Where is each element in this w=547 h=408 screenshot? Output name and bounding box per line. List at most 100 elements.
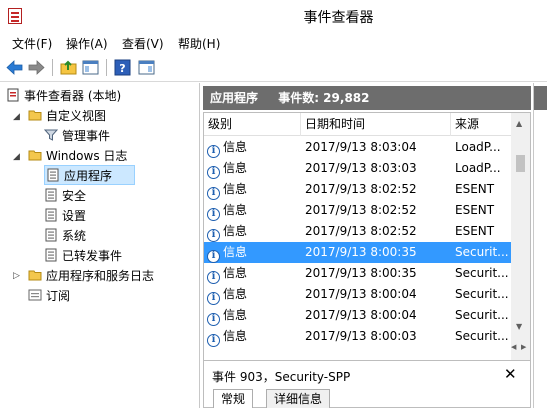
log-name: 应用程序 xyxy=(210,91,259,105)
menu-file[interactable]: 文件(F) xyxy=(12,35,52,52)
forward-arrow-icon[interactable] xyxy=(27,58,46,77)
event-datetime-cell: 2017/9/13 8:00:04 xyxy=(305,308,417,322)
event-datetime-cell: 2017/9/13 8:00:35 xyxy=(305,266,417,280)
column-header-source[interactable]: 来源 xyxy=(451,113,511,136)
event-level-text: 信息 xyxy=(223,140,248,154)
expander-windows-logs[interactable]: ◢ xyxy=(13,152,20,162)
event-detail-panel: 事件 903，Security-SPP ✕ 常规 详细信息 xyxy=(203,360,531,408)
event-row[interactable]: i 信息 2017/9/13 8:00:03 Securit... xyxy=(204,326,511,347)
event-source-cell: Securit... xyxy=(455,245,509,259)
tree-item-subscriptions[interactable]: 订阅 xyxy=(28,286,70,306)
filter-icon xyxy=(43,128,59,142)
log-icon xyxy=(44,248,58,262)
center-pane: 应用程序 事件数: 29,882 级别 日期和时间 来源 i 信息 2017/9/1… xyxy=(203,83,531,408)
tree-item-forwarded-events[interactable]: 已转发事件 xyxy=(44,246,122,266)
event-row[interactable]: i 信息 2017/9/13 8:00:35 Securit... xyxy=(204,242,511,263)
event-level-cell: i 信息 xyxy=(207,284,301,305)
log-icon xyxy=(46,168,60,182)
info-icon: i xyxy=(207,271,220,284)
up-folder-icon[interactable] xyxy=(59,58,78,77)
show-hide-tree-icon[interactable] xyxy=(81,58,100,77)
tree-item-system[interactable]: 系统 xyxy=(44,226,86,246)
window-title: 事件查看器 xyxy=(303,10,374,26)
expander-custom-views[interactable]: ◢ xyxy=(13,112,20,122)
menu-view[interactable]: 查看(V) xyxy=(122,35,164,52)
tree-item-setup[interactable]: 设置 xyxy=(44,206,86,226)
scroll-up-arrow-icon[interactable]: ▲ xyxy=(516,119,522,128)
event-row[interactable]: i 信息 2017/9/13 8:00:04 Securit... xyxy=(204,284,511,305)
tab-details[interactable]: 详细信息 xyxy=(266,389,331,408)
scroll-left-arrow-icon[interactable]: ◀ xyxy=(511,343,516,351)
tree-item-label: 自定义视图 xyxy=(46,109,107,123)
event-level-text: 信息 xyxy=(223,203,248,217)
info-icon: i xyxy=(207,313,220,326)
subscription-icon xyxy=(28,288,42,302)
event-level-text: 信息 xyxy=(223,329,248,343)
event-level-text: 信息 xyxy=(223,266,248,280)
svg-text:?: ? xyxy=(119,62,125,75)
close-icon[interactable]: ✕ xyxy=(504,365,517,383)
expander-applications-and-services-logs[interactable]: ▷ xyxy=(13,271,20,281)
tree-item-custom-views[interactable]: 自定义视图 xyxy=(28,106,106,126)
tree-item-application[interactable]: 应用程序 xyxy=(44,165,135,185)
event-level-cell: i 信息 xyxy=(207,158,301,179)
tree-item-event-viewer-local[interactable]: 事件查看器 (本地) xyxy=(6,86,121,106)
tree-item-windows-logs[interactable]: Windows 日志 xyxy=(28,146,127,166)
tree-item-applications-and-services-logs[interactable]: 应用程序和服务日志 xyxy=(28,266,154,286)
show-hide-action-pane-icon[interactable] xyxy=(137,58,156,77)
column-header-date-time[interactable]: 日期和时间 xyxy=(301,113,451,136)
event-source-cell: LoadP... xyxy=(455,140,501,154)
event-datetime-cell: 2017/9/13 8:02:52 xyxy=(305,224,417,238)
event-row[interactable]: i 信息 2017/9/13 8:02:52 ESENT xyxy=(204,221,511,242)
event-level-cell: i 信息 xyxy=(207,242,301,263)
tree-item-label: 应用程序 xyxy=(64,169,113,183)
column-header-level[interactable]: 级别 xyxy=(204,113,301,136)
tree-item-label: Windows 日志 xyxy=(46,149,128,163)
event-row[interactable]: i 信息 2017/9/13 8:02:52 ESENT xyxy=(204,200,511,221)
help-icon[interactable]: ? xyxy=(113,58,132,77)
event-level-text: 信息 xyxy=(223,308,248,322)
scroll-down-arrow-icon[interactable]: ▼ xyxy=(516,322,522,331)
event-row[interactable]: i 信息 2017/9/13 8:00:04 Securit... xyxy=(204,305,511,326)
event-source-cell: ESENT xyxy=(455,182,495,196)
folder-icon xyxy=(28,268,42,282)
event-datetime-cell: 2017/9/13 8:02:52 xyxy=(305,182,417,196)
event-row[interactable]: i 信息 2017/9/13 8:03:04 LoadP... xyxy=(204,137,511,158)
log-icon xyxy=(44,208,58,222)
event-row[interactable]: i 信息 2017/9/13 8:00:35 Securit... xyxy=(204,263,511,284)
scroll-thumb[interactable] xyxy=(516,155,525,172)
back-arrow-icon[interactable] xyxy=(5,58,24,77)
toolbar: ? xyxy=(0,53,547,82)
event-datetime-cell: 2017/9/13 8:03:04 xyxy=(305,140,417,154)
menu-action[interactable]: 操作(A) xyxy=(66,35,108,52)
info-icon: i xyxy=(207,208,220,221)
event-level-cell: i 信息 xyxy=(207,221,301,242)
tree-item-label: 管理事件 xyxy=(62,129,111,143)
tree-item-security[interactable]: 安全 xyxy=(44,186,86,206)
tree-item-administrative-events[interactable]: 管理事件 xyxy=(43,126,111,146)
info-icon: i xyxy=(207,292,220,305)
info-icon: i xyxy=(207,145,220,158)
log-icon xyxy=(44,188,58,202)
folder-icon xyxy=(28,108,42,122)
event-level-cell: i 信息 xyxy=(207,305,301,326)
tree-item-label: 安全 xyxy=(62,189,87,203)
tree-item-label: 事件查看器 (本地) xyxy=(24,89,122,103)
menu-bar: 文件(F) 操作(A) 查看(V) 帮助(H) xyxy=(0,32,547,53)
tree-item-label: 系统 xyxy=(62,229,87,243)
info-icon: i xyxy=(207,334,220,347)
vertical-scrollbar[interactable]: ▲ ▼ ◀ ▶ xyxy=(511,113,530,361)
event-row[interactable]: i 信息 2017/9/13 8:02:52 ESENT xyxy=(204,179,511,200)
event-viewer-icon xyxy=(6,88,20,102)
scroll-right-arrow-icon[interactable]: ▶ xyxy=(521,343,526,351)
event-source-cell: Securit... xyxy=(455,266,509,280)
navigation-tree: 事件查看器 (本地) ◢ 自定义视图 管理事件 ◢ Windows 日志 应用程… xyxy=(0,83,200,408)
event-row[interactable]: i 信息 2017/9/13 8:03:03 LoadP... xyxy=(204,158,511,179)
info-icon: i xyxy=(207,187,220,200)
event-source-cell: Securit... xyxy=(455,287,509,301)
event-datetime-cell: 2017/9/13 8:02:52 xyxy=(305,203,417,217)
event-level-cell: i 信息 xyxy=(207,326,301,347)
event-datetime-cell: 2017/9/13 8:03:03 xyxy=(305,161,417,175)
tab-general[interactable]: 常规 xyxy=(213,389,254,408)
menu-help[interactable]: 帮助(H) xyxy=(178,35,220,52)
